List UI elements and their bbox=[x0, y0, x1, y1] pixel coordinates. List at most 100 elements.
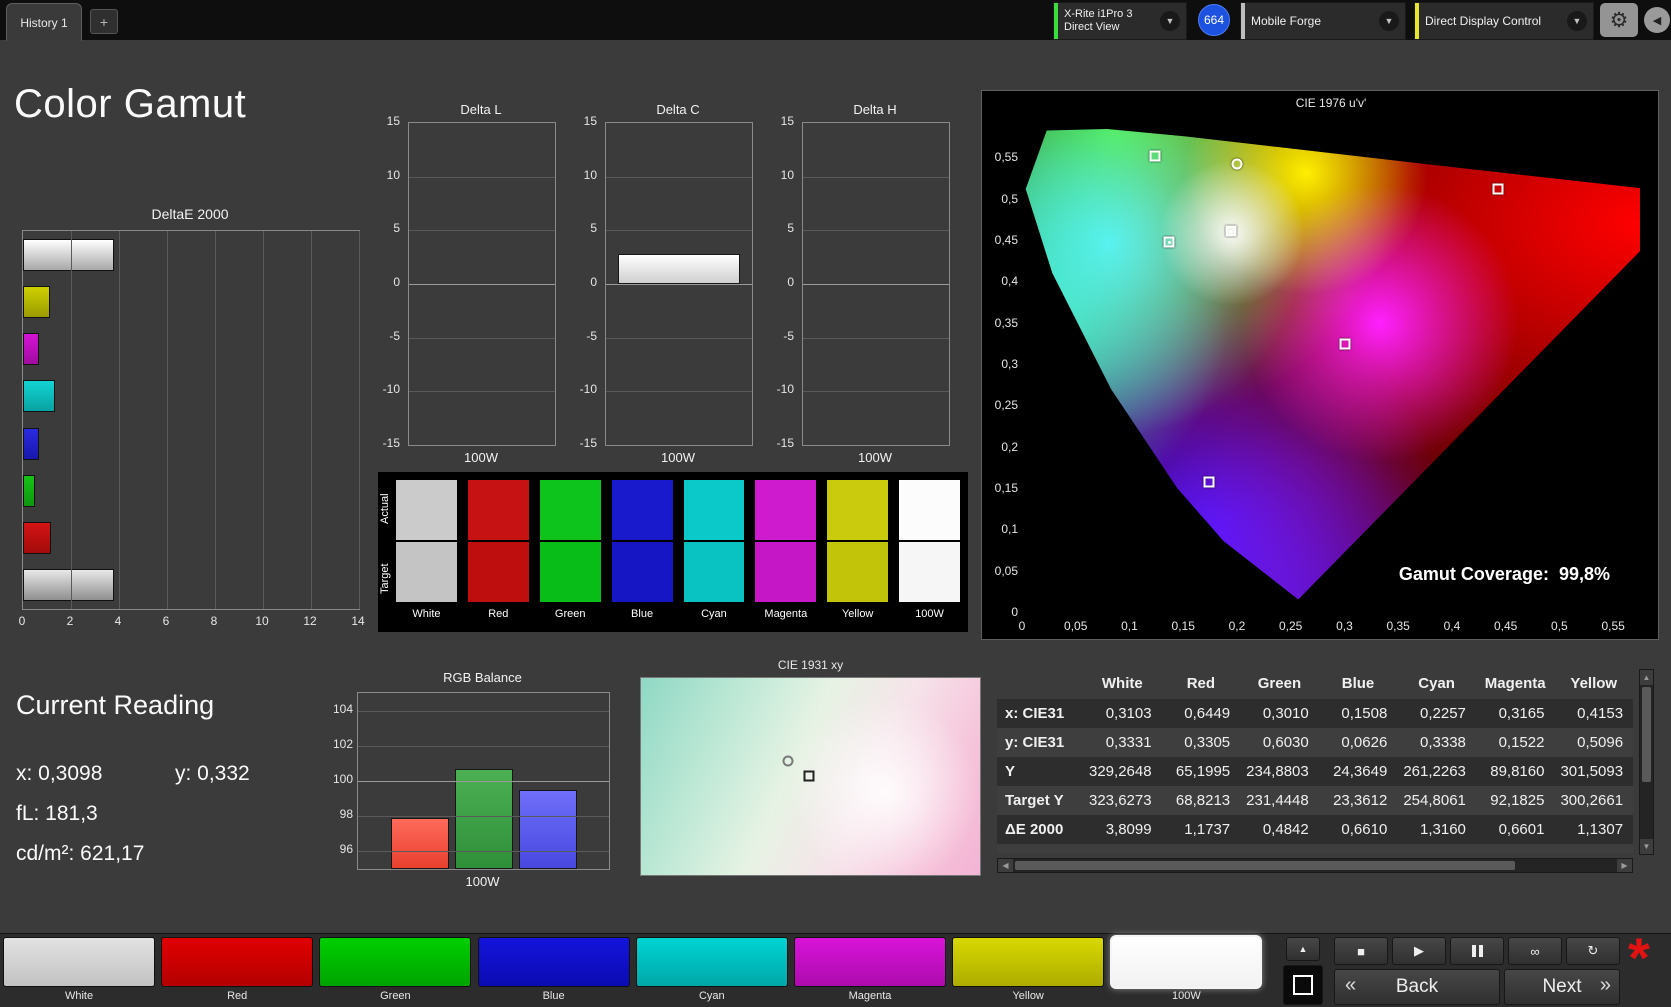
patch-button-green[interactable] bbox=[319, 937, 472, 987]
swatch-red bbox=[467, 480, 529, 602]
pattern-window-button[interactable] bbox=[1283, 965, 1323, 1005]
y-tick-label: -15 bbox=[776, 436, 794, 450]
x-tick-label: 14 bbox=[351, 614, 365, 628]
meter-dropdown[interactable]: X-Rite i1Pro 3 Direct View ▼ bbox=[1053, 2, 1187, 40]
patch-button-100w[interactable] bbox=[1110, 935, 1263, 989]
y-tick-label: 10 bbox=[583, 167, 597, 182]
table-cell: 68,8213 bbox=[1175, 792, 1231, 809]
patch-button-white[interactable] bbox=[3, 937, 155, 987]
top-bar: History 1 + X-Rite i1Pro 3 Direct View ▼… bbox=[0, 0, 1671, 41]
delta-chart-plot bbox=[605, 122, 753, 446]
cie-x-tick-label: 0,25 bbox=[1279, 619, 1303, 633]
scroll-thumb[interactable] bbox=[1642, 687, 1651, 782]
scroll-right-icon[interactable]: ▶ bbox=[1617, 859, 1632, 872]
delta-chart-title: Delta L bbox=[460, 102, 502, 117]
table-cell: 0,4153 bbox=[1577, 705, 1624, 722]
delta-chart-title: Delta H bbox=[853, 102, 897, 117]
column-header: Yellow bbox=[1570, 675, 1618, 692]
swatch-white bbox=[396, 480, 457, 602]
y-tick-label: 0 bbox=[393, 275, 400, 289]
pause-button[interactable] bbox=[1450, 937, 1504, 965]
cie1931-title: CIE 1931 xy bbox=[777, 658, 844, 672]
display-control-dropdown[interactable]: Direct Display Control ▼ bbox=[1414, 2, 1594, 40]
patch-button-cyan[interactable] bbox=[635, 937, 788, 987]
marker-green bbox=[1149, 150, 1161, 162]
cie-x-tick-label: 0,55 bbox=[1601, 619, 1625, 633]
gridline bbox=[803, 284, 949, 285]
reading-x: x: 0,3098 bbox=[16, 762, 103, 785]
loop-button[interactable]: ↻ bbox=[1566, 937, 1620, 965]
table-cell: 3,8099 bbox=[1105, 821, 1152, 838]
gridline bbox=[358, 745, 609, 747]
patch-button-red[interactable] bbox=[161, 937, 314, 987]
gamut-coverage-value: 99,8% bbox=[1558, 564, 1610, 584]
back-chevrons-icon: « bbox=[1345, 974, 1357, 996]
scroll-thumb[interactable] bbox=[1015, 861, 1515, 870]
patch-label: Red bbox=[227, 990, 248, 1002]
meter-device-name: X-Rite i1Pro 3 Direct View bbox=[1058, 8, 1160, 34]
column-header: Red bbox=[1186, 675, 1216, 692]
continuous-read-button[interactable]: ∞ bbox=[1508, 937, 1562, 965]
add-tab-button[interactable]: + bbox=[90, 9, 118, 34]
y-tick-label: 15 bbox=[386, 114, 400, 128]
row-label: Target Y bbox=[1005, 792, 1064, 809]
scroll-left-icon[interactable]: ◀ bbox=[998, 859, 1013, 872]
back-button[interactable]: « Back bbox=[1334, 969, 1500, 1005]
settings-button[interactable]: ⚙ bbox=[1600, 3, 1638, 37]
table-cell: 234,8803 bbox=[1246, 763, 1309, 780]
table-cell: 3,3355 bbox=[1083, 844, 1162, 853]
table-row: ΔE 2000 3,8099 1,1737 0,4842 0,6610 1,3160 0,6… bbox=[997, 815, 1633, 844]
chevron-down-icon[interactable]: ▼ bbox=[1379, 11, 1399, 31]
scroll-up-icon[interactable]: ▲ bbox=[1640, 670, 1653, 685]
y-tick-label: 96 bbox=[339, 842, 353, 857]
marker-white bbox=[1225, 225, 1237, 237]
scroll-down-icon[interactable]: ▼ bbox=[1640, 839, 1653, 854]
table-cell: 89,8160 bbox=[1490, 763, 1545, 780]
table-cell: 0,6601 bbox=[1498, 821, 1545, 838]
patch-panel-up-button[interactable]: ▲ bbox=[1286, 937, 1320, 961]
rgb-bar-red bbox=[390, 817, 449, 869]
collapse-panel-button[interactable]: ◀ bbox=[1644, 7, 1670, 33]
delta-bar bbox=[618, 253, 740, 284]
delta-chart-xlabel: 100W bbox=[464, 450, 498, 465]
play-button[interactable]: ▶ bbox=[1392, 937, 1446, 965]
table-row: x: CIE31 0,3103 0,6449 0,3010 0,1508 0,2257 0,… bbox=[997, 699, 1633, 728]
pattern-source-dropdown[interactable]: Mobile Forge ▼ bbox=[1240, 2, 1406, 40]
alert-asterisk-icon[interactable]: * bbox=[1628, 930, 1650, 986]
current-reading-title: Current Reading bbox=[16, 690, 215, 720]
swatch-actual bbox=[827, 480, 889, 540]
gridline bbox=[358, 781, 609, 782]
swatch-label: Yellow bbox=[841, 608, 874, 620]
table-cell: 0,6610 bbox=[1341, 821, 1388, 838]
y-tick-label: -15 bbox=[382, 436, 400, 450]
next-button[interactable]: Next » bbox=[1504, 969, 1620, 1005]
calman-app: History 1 + X-Rite i1Pro 3 Direct View ▼… bbox=[0, 0, 1671, 1007]
tab-history-1[interactable]: History 1 bbox=[6, 3, 82, 41]
patch-button-magenta[interactable] bbox=[794, 937, 946, 987]
chevron-down-icon[interactable]: ▼ bbox=[1567, 11, 1587, 31]
table-horizontal-scrollbar[interactable]: ◀ ▶ bbox=[997, 858, 1633, 873]
patch-button-yellow[interactable] bbox=[952, 937, 1105, 987]
gridline bbox=[409, 391, 555, 393]
swatch-actual bbox=[467, 480, 529, 540]
row-label: y: CIE31 bbox=[1005, 734, 1065, 751]
rgb-bar-blue bbox=[518, 789, 577, 869]
y-tick-label: 5 bbox=[590, 221, 597, 236]
marker-red bbox=[1492, 183, 1504, 195]
chevron-down-icon[interactable]: ▼ bbox=[1160, 11, 1180, 31]
chevron-left-icon: ◀ bbox=[1652, 14, 1662, 27]
meter-device-line1: X-Rite i1Pro 3 bbox=[1064, 8, 1133, 20]
table-vertical-scrollbar[interactable]: ▲ ▼ bbox=[1639, 669, 1654, 855]
marker-yellow bbox=[1231, 158, 1243, 170]
patch-button-blue[interactable] bbox=[477, 937, 630, 987]
cie-y-tick-label: 0,05 bbox=[994, 563, 1018, 578]
gridline bbox=[358, 816, 609, 818]
stop-button[interactable]: ■ bbox=[1334, 937, 1388, 965]
cie1976-title: CIE 1976 u'v' bbox=[1295, 96, 1367, 110]
back-label: Back bbox=[1395, 976, 1439, 997]
cie-x-tick-label: 0,1 bbox=[1121, 619, 1138, 633]
next-label: Next bbox=[1542, 976, 1582, 997]
delta-chart-delta-c: Delta C 15 10 5 0 -5 -10 -15 100W bbox=[551, 102, 753, 474]
swatch-panel: Actual Target White Red Green Blue Cyan Magen… bbox=[378, 472, 968, 632]
swatch-target bbox=[827, 542, 889, 602]
